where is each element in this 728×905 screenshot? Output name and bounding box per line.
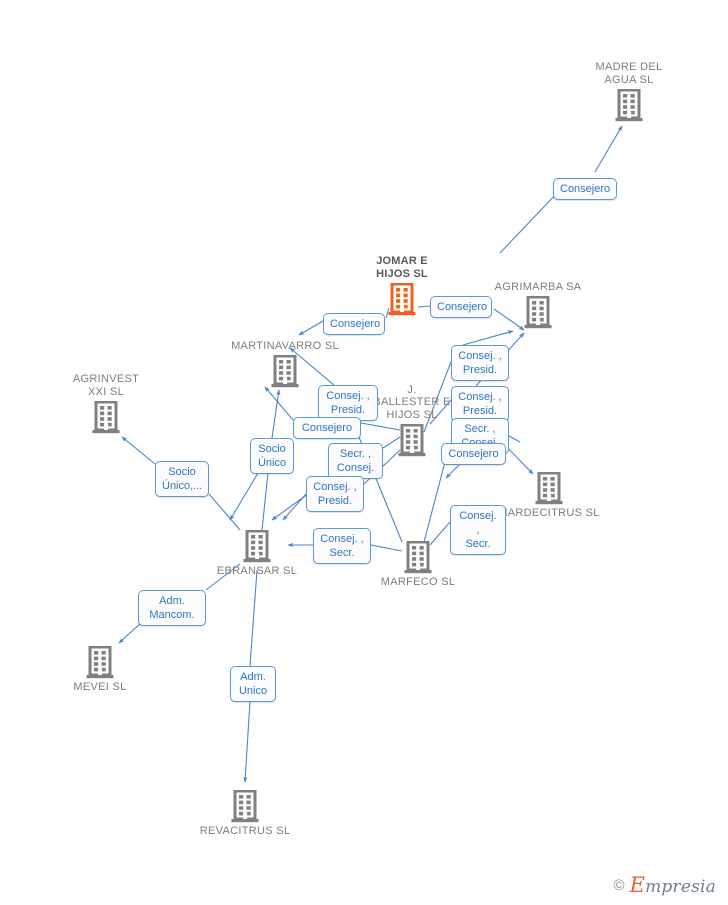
empresia-logo-rest: mpresia [645, 877, 716, 897]
relation-label-secr-consej-mid[interactable]: Secr. , Consej. [328, 443, 383, 479]
node-label-revacitrus: REVACITRUS SL [199, 825, 291, 837]
empresia-logo-initial: E [629, 873, 646, 897]
node-label-mardecitrus: MARDECITRUS SL [498, 507, 600, 519]
node-label-martinavarro: MARTINAVARRO SL [231, 339, 339, 352]
empresia-watermark: © Empresia [614, 873, 716, 897]
node-ebransar[interactable]: EBRANSAR SL [197, 530, 317, 578]
node-label-agrimarba: AGRIMARBA SA [494, 280, 582, 293]
relation-label-consejero-agrimarba[interactable]: Consejero [430, 296, 492, 318]
edge-consejero-madre-arrow [594, 125, 623, 173]
edge-sociounicomas-agrinvest [121, 436, 156, 465]
edge-socio-unico-down [229, 472, 259, 521]
edge-consejpresid4-ebransar [282, 493, 307, 521]
node-label-agrinvest: AGRINVEST XXI SL [72, 373, 140, 398]
relation-label-consej-presid-2[interactable]: Consej. , Presid. [451, 345, 509, 381]
node-agrinvest[interactable]: AGRINVEST XXI SL [46, 373, 166, 435]
empresia-logo: Empresia [630, 873, 716, 897]
edge-ebransar-sociounicomas [208, 493, 241, 531]
building-icon [524, 296, 552, 329]
edge-consejero-right-to-marfeco [423, 461, 446, 543]
node-label-madre: MADRE DEL AGUA SL [595, 61, 663, 86]
relation-label-consejero-martinavarro[interactable]: Consejero [323, 313, 385, 335]
node-agrimarba[interactable]: AGRIMARBA SA [478, 281, 598, 331]
relation-label-socio-unico[interactable]: Socio Único [250, 438, 294, 474]
relation-label-consej-secr-1[interactable]: Consej. , Secr. [313, 528, 371, 564]
building-icon [231, 790, 259, 823]
relation-label-consejero-mid[interactable]: Consejero [293, 417, 361, 439]
building-icon [398, 424, 426, 457]
relation-label-adm-mancom[interactable]: Adm. Mancom. [138, 590, 206, 626]
node-label-ebransar: EBRANSAR SL [216, 565, 298, 577]
node-madre[interactable]: MADRE DEL AGUA SL [569, 61, 689, 123]
node-martinavarro[interactable]: MARTINAVARRO SL [225, 340, 345, 390]
node-mardecitrus[interactable]: MARDECITRUS SL [489, 472, 609, 520]
building-icon [388, 283, 416, 316]
graph-canvas: JOMAR E HIJOS SL MADRE DEL AGUA SL AGRIMAR… [0, 0, 728, 905]
building-icon [404, 541, 432, 574]
edge-admmancom-mevei [118, 621, 143, 644]
node-mevei[interactable]: MEVEI SL [40, 646, 160, 694]
edge-ebransar-socio-unico [261, 472, 269, 531]
node-revacitrus[interactable]: REVACITRUS SL [185, 790, 305, 838]
node-label-marfeco: MARFECO SL [380, 576, 456, 588]
relation-label-consej-presid-3[interactable]: Consej. , Presid. [451, 386, 509, 422]
building-icon [243, 530, 271, 563]
edge-ebransar-admunico [249, 569, 258, 667]
edge-secrconsej-right-out [508, 435, 521, 443]
relation-label-consejero-right[interactable]: Consejero [441, 443, 506, 465]
edge-ballester-agrimarba [462, 330, 514, 346]
building-icon [615, 89, 643, 122]
relation-label-consej-presid-1[interactable]: Consej. , Presid. [318, 385, 378, 421]
edge-jomar-consejero-madre [499, 189, 561, 254]
relation-label-consej-secr-2[interactable]: Consej. , Secr. [450, 505, 506, 555]
relation-label-consej-presid-4[interactable]: Consej. , Presid. [306, 476, 364, 512]
building-icon [535, 472, 563, 505]
node-label-jomar: JOMAR E HIJOS SL [376, 255, 428, 280]
building-icon [271, 355, 299, 388]
relation-label-consejero-madre[interactable]: Consejero [553, 178, 617, 200]
relation-label-socio-unico-mas[interactable]: Socio Único,... [155, 461, 209, 497]
edge-socio-unico-martinavarro [271, 389, 281, 439]
building-icon [92, 401, 120, 434]
edge-martinavarro-arrow [298, 320, 324, 336]
copyright-icon: © [613, 876, 625, 894]
node-label-mevei: MEVEI SL [73, 681, 127, 693]
building-icon [86, 646, 114, 679]
edge-admunico-revacitrus [243, 700, 251, 783]
edge-labelmid-martinavarro [264, 386, 294, 421]
relation-label-adm-unico[interactable]: Adm. Unico [230, 666, 276, 702]
